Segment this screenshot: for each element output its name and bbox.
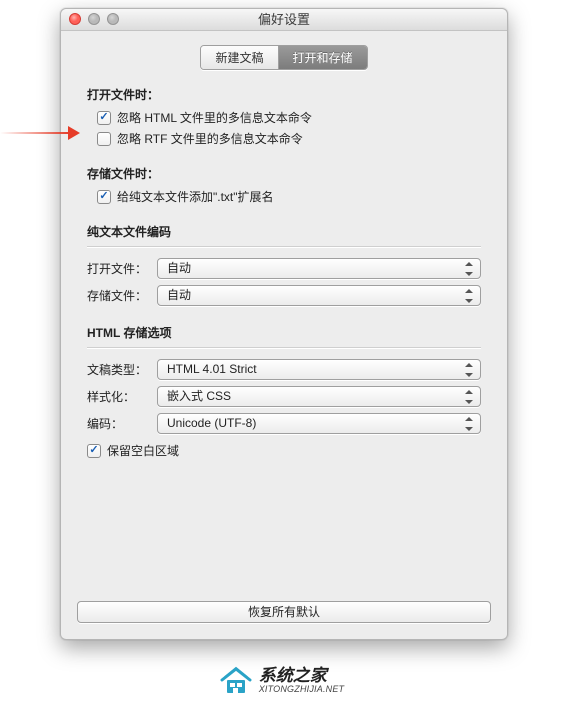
html-encoding-label: 编码： — [87, 415, 157, 432]
ignore-html-checkbox[interactable] — [97, 111, 111, 125]
add-txt-ext-label: 给纯文本文件添加".txt"扩展名 — [117, 188, 274, 205]
watermark-cn: 系统之家 — [259, 667, 345, 685]
ignore-rtf-checkbox[interactable] — [97, 132, 111, 146]
add-txt-ext-checkbox[interactable] — [97, 190, 111, 204]
updown-arrows-icon — [465, 289, 473, 303]
doctype-label: 文稿类型： — [87, 361, 157, 378]
updown-arrows-icon — [465, 417, 473, 431]
styling-value: 嵌入式 CSS — [167, 389, 231, 403]
close-button[interactable] — [69, 13, 81, 25]
window-title: 偏好设置 — [258, 12, 310, 27]
html-encoding-select[interactable]: Unicode (UTF-8) — [157, 413, 481, 434]
plaintext-encoding-group: 纯文本文件编码 打开文件： 自动 存储文件： 自动 — [87, 223, 481, 306]
doctype-value: HTML 4.01 Strict — [167, 362, 257, 376]
html-save-title: HTML 存储选项 — [87, 324, 481, 341]
html-encoding-value: Unicode (UTF-8) — [167, 416, 256, 430]
html-save-group: HTML 存储选项 文稿类型： HTML 4.01 Strict 样式化： 嵌入… — [87, 324, 481, 459]
window-titlebar: 偏好设置 — [61, 9, 507, 31]
divider — [87, 246, 481, 248]
preserve-whitespace-label: 保留空白区域 — [107, 442, 179, 459]
open-encoding-label: 打开文件： — [87, 260, 157, 277]
tab-open-and-save[interactable]: 打开和存储 — [279, 46, 367, 69]
divider — [87, 347, 481, 349]
updown-arrows-icon — [465, 262, 473, 276]
save-encoding-label: 存储文件： — [87, 287, 157, 304]
restore-defaults-button[interactable]: 恢复所有默认 — [77, 601, 491, 623]
updown-arrows-icon — [465, 390, 473, 404]
open-files-group: 打开文件时： 忽略 HTML 文件里的多信息文本命令 忽略 RTF 文件里的多信… — [87, 86, 481, 147]
styling-select[interactable]: 嵌入式 CSS — [157, 386, 481, 407]
save-files-title: 存储文件时： — [87, 165, 481, 182]
tab-new-document[interactable]: 新建文稿 — [201, 46, 278, 69]
preserve-whitespace-checkbox[interactable] — [87, 444, 101, 458]
updown-arrows-icon — [465, 363, 473, 377]
zoom-button[interactable] — [107, 13, 119, 25]
doctype-select[interactable]: HTML 4.01 Strict — [157, 359, 481, 380]
minimize-button[interactable] — [88, 13, 100, 25]
ignore-rtf-label: 忽略 RTF 文件里的多信息文本命令 — [117, 130, 303, 147]
open-encoding-value: 自动 — [167, 261, 191, 275]
house-icon — [219, 666, 253, 696]
pointer-arrow — [0, 126, 80, 140]
styling-label: 样式化： — [87, 388, 157, 405]
open-encoding-select[interactable]: 自动 — [157, 258, 481, 279]
save-encoding-select[interactable]: 自动 — [157, 285, 481, 306]
ignore-html-label: 忽略 HTML 文件里的多信息文本命令 — [117, 109, 312, 126]
plaintext-encoding-title: 纯文本文件编码 — [87, 223, 481, 240]
save-files-group: 存储文件时： 给纯文本文件添加".txt"扩展名 — [87, 165, 481, 205]
watermark: 系统之家 XITONGZHIJIA.NET — [0, 666, 563, 696]
traffic-lights — [69, 13, 119, 25]
tab-control: 新建文稿 打开和存储 — [200, 45, 367, 70]
watermark-en: XITONGZHIJIA.NET — [259, 685, 345, 694]
open-files-title: 打开文件时： — [87, 86, 481, 103]
save-encoding-value: 自动 — [167, 288, 191, 302]
preferences-window: 偏好设置 新建文稿 打开和存储 打开文件时： 忽略 HTML 文件里的多信息文本… — [60, 8, 508, 640]
